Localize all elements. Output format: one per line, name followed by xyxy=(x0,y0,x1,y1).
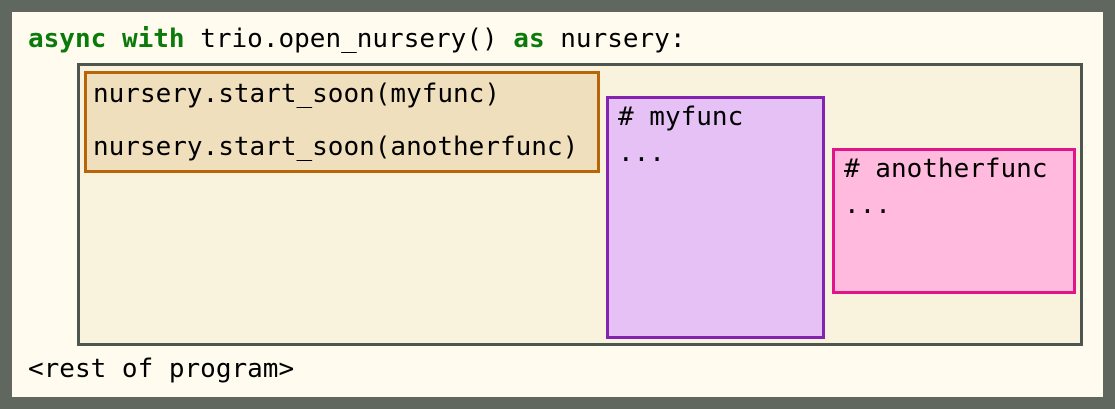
nursery-target: nursery: xyxy=(560,24,686,54)
async-with-line: async with trio.open_nursery() as nurser… xyxy=(28,24,686,54)
start-soon-anotherfunc-line: nursery.start_soon(anotherfunc) xyxy=(93,132,579,162)
myfunc-comment: # myfunc xyxy=(618,102,744,132)
anotherfunc-comment: # anotherfunc xyxy=(844,154,1048,184)
start-soon-myfunc-line: nursery.start_soon(myfunc) xyxy=(93,79,500,109)
myfunc-body: ... xyxy=(618,138,665,168)
keyword-with: with xyxy=(121,24,185,54)
anotherfunc-task-box: # anotherfunc ... xyxy=(832,148,1076,294)
keyword-async: async xyxy=(28,24,107,54)
parent-task-box: nursery.start_soon(myfunc) nursery.start… xyxy=(84,71,600,173)
rest-of-program-line: <rest of program> xyxy=(28,354,295,384)
myfunc-task-box: # myfunc ... xyxy=(606,96,825,339)
anotherfunc-body: ... xyxy=(844,190,891,220)
open-nursery-call: trio.open_nursery() xyxy=(200,24,498,54)
keyword-as: as xyxy=(513,24,545,54)
